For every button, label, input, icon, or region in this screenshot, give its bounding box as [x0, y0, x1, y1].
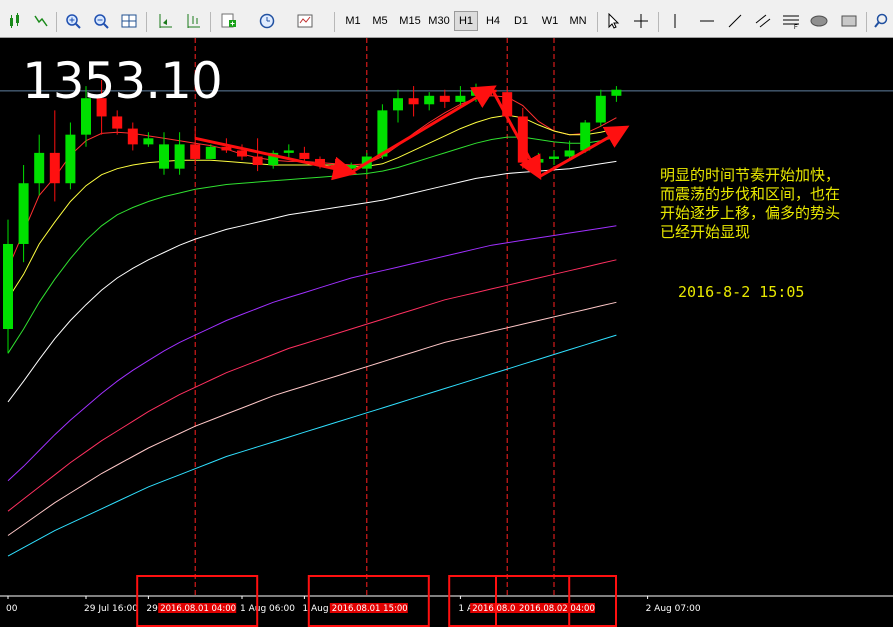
- timeframe-mn[interactable]: MN: [565, 11, 591, 31]
- candle-body: [18, 183, 29, 244]
- candle-body: [393, 98, 403, 111]
- candle-body: [455, 95, 466, 102]
- moving-average-line: [7, 259, 617, 512]
- candle-body: [112, 116, 123, 129]
- templates-icon[interactable]: [294, 11, 316, 31]
- candle-body: [299, 152, 310, 159]
- time-axis-label: 00: [6, 604, 18, 614]
- annotation-text: 明显的时间节奏开始加快，而震荡的步伐和区间，也在开始逐步上移，偏多的势头已经开始…: [660, 166, 841, 241]
- vertical-line-icon[interactable]: [664, 11, 686, 31]
- price-chart[interactable]: 0029 Jul 16:0029 Jul 20:001 Aug 06:001 A…: [0, 38, 893, 627]
- candle-body: [424, 95, 435, 105]
- ellipse-icon[interactable]: [808, 11, 830, 31]
- zoom-out-icon[interactable]: [90, 11, 112, 31]
- candle-body: [377, 110, 388, 157]
- timeframe-m1[interactable]: M1: [342, 11, 364, 31]
- time-axis-label: 29 Jul 16:00: [84, 604, 138, 614]
- crosshair-icon[interactable]: [630, 11, 652, 31]
- marker-date-label: 2016.08.0: [472, 604, 515, 614]
- svg-text:F: F: [794, 25, 798, 29]
- candle-body: [49, 152, 60, 184]
- candle-body: [159, 144, 169, 169]
- current-price-label: 1353.10: [22, 52, 223, 110]
- fibonacci-icon[interactable]: F: [780, 11, 802, 31]
- candle-body: [595, 95, 606, 123]
- candle-body: [439, 95, 450, 102]
- candle-body: [533, 158, 544, 163]
- clock-icon[interactable]: [256, 11, 278, 31]
- cursor-icon[interactable]: [602, 11, 624, 31]
- zoom-in-icon[interactable]: [62, 11, 84, 31]
- add-indicator-icon[interactable]: [218, 11, 240, 31]
- candle-body: [143, 138, 154, 145]
- tile-windows-icon[interactable]: [118, 11, 140, 31]
- candle-body: [237, 150, 247, 157]
- candle-body: [580, 122, 591, 151]
- moving-average-line: [7, 334, 617, 557]
- candle-body: [65, 134, 76, 184]
- rectangle-icon[interactable]: [838, 11, 860, 31]
- candle-body: [34, 152, 45, 184]
- candle-body: [205, 146, 216, 159]
- candle-body: [127, 128, 138, 145]
- search-icon[interactable]: [870, 11, 892, 31]
- moving-average-line: [7, 136, 617, 354]
- timeframe-d1[interactable]: D1: [509, 11, 533, 31]
- candle-body: [252, 156, 263, 166]
- chart-up-icon[interactable]: [4, 11, 26, 31]
- equidistant-channel-icon[interactable]: [752, 11, 774, 31]
- candle-body: [611, 89, 622, 96]
- moving-average-line: [7, 301, 617, 536]
- timeframe-m5[interactable]: M5: [369, 11, 391, 31]
- candle-body: [283, 150, 294, 153]
- marker-date-label: 2016.08.02 04:00: [519, 604, 595, 614]
- timeframe-w1[interactable]: W1: [538, 11, 562, 31]
- time-axis-label: 2 Aug 07:00: [646, 604, 701, 614]
- marker-date-label: 2016.08.01 15:00: [332, 604, 408, 614]
- horizontal-line-icon[interactable]: [696, 11, 718, 31]
- candle-body: [408, 98, 419, 105]
- toolbar: M1 M5 M15 M30 H1 H4 D1 W1 MN F: [0, 0, 893, 38]
- annotation-time: 2016-8-2 15:05: [678, 283, 805, 301]
- candle-body: [174, 144, 185, 169]
- time-axis-label: 1 Aug 06:00: [240, 604, 295, 614]
- candle-body: [190, 144, 201, 159]
- auto-scroll-icon[interactable]: [154, 11, 176, 31]
- chart-shift-icon[interactable]: [182, 11, 204, 31]
- chart-down-icon[interactable]: [30, 11, 52, 31]
- moving-average-line: [7, 160, 617, 403]
- timeframe-m30[interactable]: M30: [425, 11, 453, 31]
- timeframe-h4[interactable]: H4: [481, 11, 505, 31]
- candle-body: [3, 243, 13, 329]
- candle-body: [346, 165, 357, 169]
- timeframe-h1[interactable]: H1: [454, 11, 478, 31]
- trendline-icon[interactable]: [724, 11, 746, 31]
- timeframe-m15[interactable]: M15: [396, 11, 424, 31]
- marker-date-label: 2016.08.01 04:00: [160, 604, 236, 614]
- candle-body: [549, 156, 559, 159]
- candle-body: [564, 150, 575, 157]
